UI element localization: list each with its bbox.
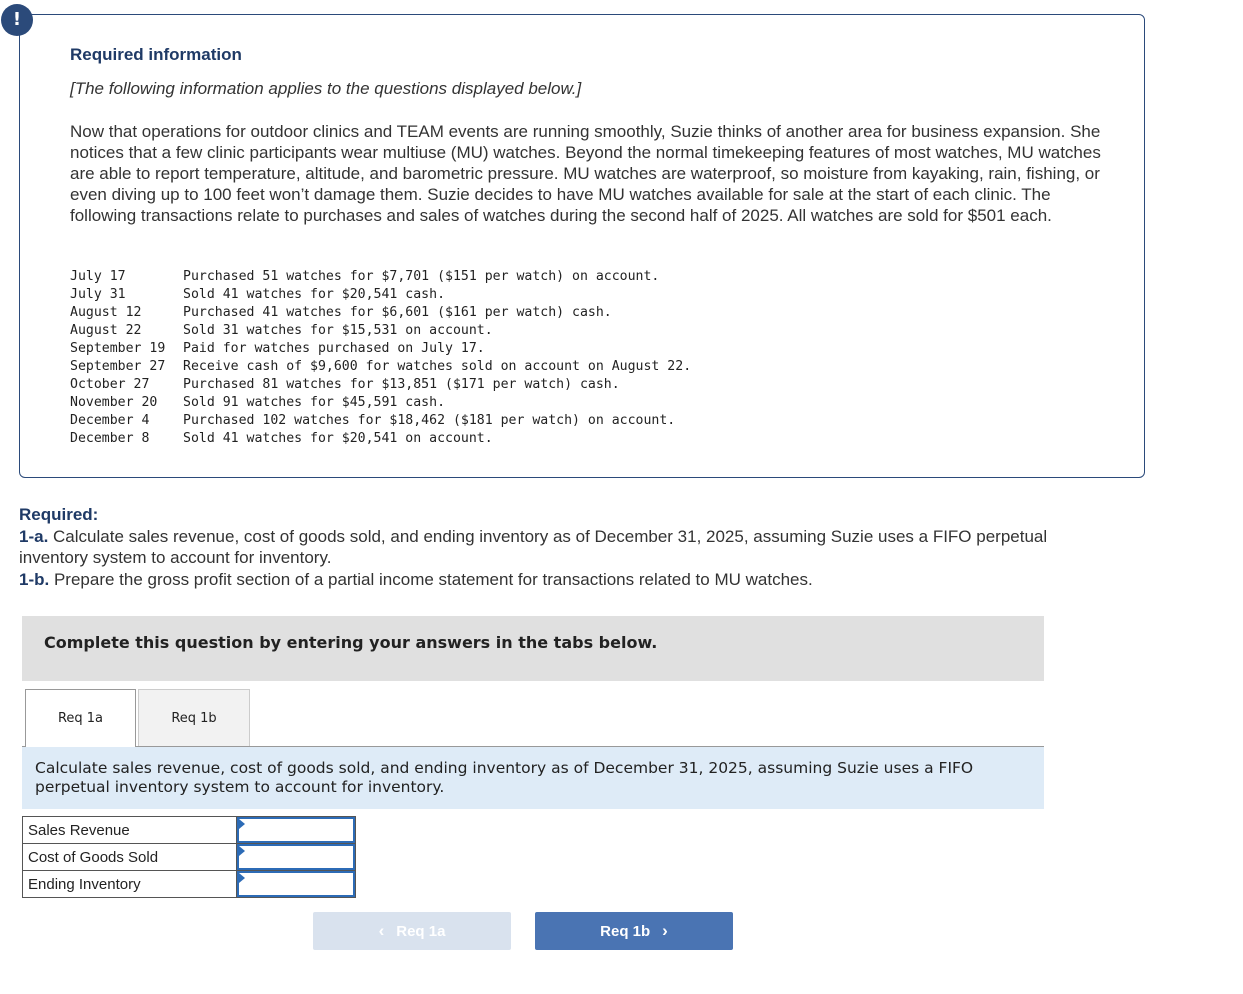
transaction-date: September 27 bbox=[70, 359, 166, 374]
transaction-date: September 19 bbox=[70, 341, 166, 356]
requirement-1b: 1-b. Prepare the gross profit section of… bbox=[19, 569, 1079, 591]
required-information-title: Required information bbox=[70, 45, 242, 64]
requirement-label: 1-a. bbox=[19, 526, 49, 546]
answer-cell bbox=[236, 816, 356, 844]
chevron-left-icon: ‹ bbox=[378, 921, 385, 940]
transaction-row: November 20 Sold 91 watches for $45,591 c… bbox=[70, 394, 691, 412]
transaction-text: Sold 41 watches for $20,541 cash. bbox=[183, 287, 446, 302]
row-label: Ending Inventory bbox=[22, 870, 237, 898]
table-row: Sales Revenue bbox=[22, 816, 356, 844]
input-marker-icon bbox=[239, 819, 245, 829]
transaction-date: August 22 bbox=[70, 323, 142, 338]
answer-cell bbox=[236, 843, 356, 871]
required-section: Required: 1-a. Calculate sales revenue, … bbox=[19, 504, 1079, 590]
answer-table: Sales Revenue Cost of Goods Sold Ending … bbox=[22, 816, 356, 898]
transaction-row: October 27 Purchased 81 watches for $13,8… bbox=[70, 376, 691, 394]
transaction-row: December 4 Purchased 102 watches for $18,… bbox=[70, 412, 691, 430]
transaction-date: July 17 bbox=[70, 269, 126, 284]
prev-req-1a-button[interactable]: ‹ Req 1a bbox=[313, 912, 511, 950]
prev-button-label: Req 1a bbox=[396, 922, 446, 940]
transaction-date: December 8 bbox=[70, 431, 150, 446]
transaction-date: August 12 bbox=[70, 305, 142, 320]
requirement-text: Calculate sales revenue, cost of goods s… bbox=[19, 526, 1048, 568]
transaction-date: December 4 bbox=[70, 413, 150, 428]
transaction-text: Sold 91 watches for $45,591 cash. bbox=[183, 395, 446, 410]
table-row: Cost of Goods Sold bbox=[22, 843, 356, 871]
requirement-text: Prepare the gross profit section of a pa… bbox=[49, 569, 813, 589]
scenario-paragraph: Now that operations for outdoor clinics … bbox=[70, 122, 1101, 225]
transactions-list: July 17 Purchased 51 watches for $7,701 (… bbox=[70, 268, 691, 448]
requirement-label: 1-b. bbox=[19, 569, 50, 589]
transaction-row: September 19 Paid for watches purchased o… bbox=[70, 340, 691, 358]
transaction-row: December 8 Sold 41 watches for $20,541 on… bbox=[70, 430, 691, 448]
cost-of-goods-sold-input[interactable] bbox=[237, 844, 355, 870]
chevron-right-icon: › bbox=[662, 921, 668, 940]
transaction-text: Purchased 41 watches for $6,601 ($161 pe… bbox=[183, 305, 612, 320]
table-row: Ending Inventory bbox=[22, 870, 356, 898]
next-button-label: Req 1b bbox=[600, 922, 651, 940]
transaction-row: August 22 Sold 31 watches for $15,531 on … bbox=[70, 322, 691, 340]
sales-revenue-input[interactable] bbox=[237, 817, 355, 843]
transaction-text: Sold 31 watches for $15,531 on account. bbox=[183, 323, 493, 338]
transaction-date: October 27 bbox=[70, 377, 150, 392]
ending-inventory-input[interactable] bbox=[237, 871, 355, 897]
row-label: Cost of Goods Sold bbox=[22, 843, 237, 871]
tab-label: Req 1a bbox=[57, 711, 104, 726]
input-marker-icon bbox=[239, 873, 245, 883]
transaction-text: Purchased 81 watches for $13,851 ($171 p… bbox=[183, 377, 620, 392]
transaction-text: Paid for watches purchased on July 17. bbox=[183, 341, 485, 356]
transaction-text: Sold 41 watches for $20,541 on account. bbox=[183, 431, 493, 446]
complete-question-banner: Complete this question by entering your … bbox=[22, 616, 1044, 681]
transaction-row: September 27 Receive cash of $9,600 for w… bbox=[70, 358, 691, 376]
tab-req-1a[interactable]: Req 1a bbox=[25, 689, 136, 747]
tab-instruction: Calculate sales revenue, cost of goods s… bbox=[22, 747, 1044, 809]
complete-question-text: Complete this question by entering your … bbox=[44, 633, 658, 652]
transaction-text: Purchased 102 watches for $18,462 ($181 … bbox=[183, 413, 676, 428]
required-heading: Required: bbox=[19, 505, 99, 524]
tab-label: Req 1b bbox=[171, 710, 217, 726]
transaction-text: Purchased 51 watches for $7,701 ($151 pe… bbox=[183, 269, 660, 284]
next-req-1b-button[interactable]: Req 1b › bbox=[535, 912, 733, 950]
input-marker-icon bbox=[239, 846, 245, 856]
answer-cell bbox=[236, 870, 356, 898]
transaction-row: August 12 Purchased 41 watches for $6,601… bbox=[70, 304, 691, 322]
requirement-1a: 1-a. Calculate sales revenue, cost of go… bbox=[19, 526, 1079, 569]
transaction-text: Receive cash of $9,600 for watches sold … bbox=[183, 359, 692, 374]
transaction-date: July 31 bbox=[70, 287, 126, 302]
transaction-row: July 17 Purchased 51 watches for $7,701 (… bbox=[70, 268, 691, 286]
transaction-row: July 31 Sold 41 watches for $20,541 cash. bbox=[70, 286, 691, 304]
tab-req-1b[interactable]: Req 1b bbox=[138, 689, 250, 746]
row-label: Sales Revenue bbox=[22, 816, 237, 844]
transaction-date: November 20 bbox=[70, 395, 158, 410]
required-information-subtitle: [The following information applies to th… bbox=[70, 79, 582, 98]
alert-icon: ! bbox=[1, 4, 33, 36]
